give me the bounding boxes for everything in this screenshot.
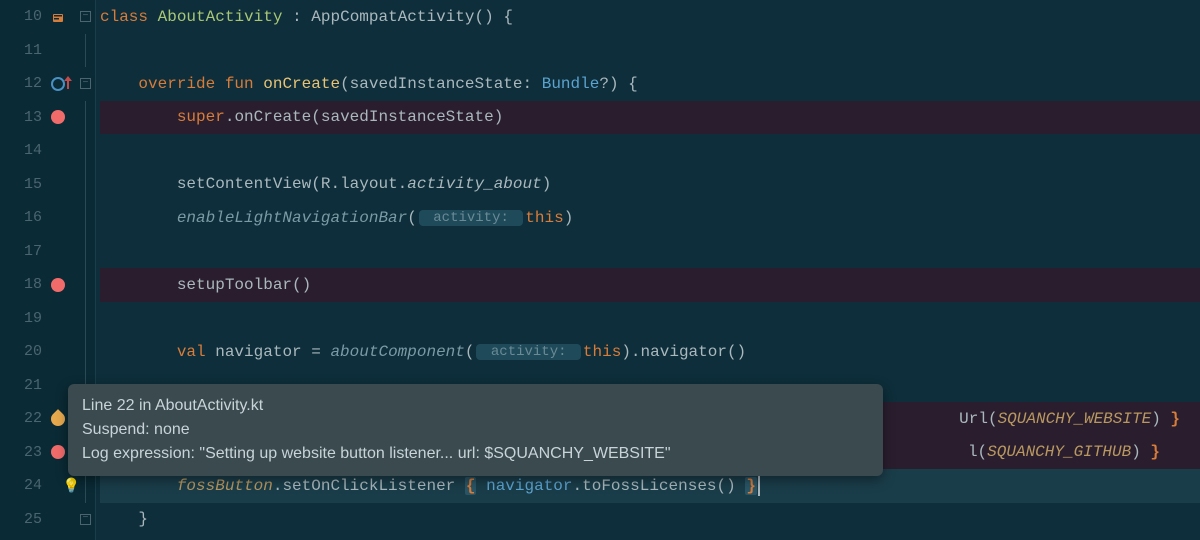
gutter-row[interactable]: 20	[0, 335, 76, 369]
code-line[interactable]: setupToolbar()	[100, 268, 1200, 302]
keyword: class	[100, 8, 148, 26]
intention-bulb-icon[interactable]: 💡	[63, 478, 79, 494]
caret	[758, 476, 760, 496]
code-line[interactable]	[100, 235, 1200, 269]
tooltip-log-expression: Log expression: "Setting up website butt…	[82, 442, 869, 466]
breakpoint-icon[interactable]	[48, 275, 68, 295]
file-marker-icon	[48, 7, 68, 27]
gutter-row[interactable]: 11	[0, 34, 76, 68]
gutter-row[interactable]: 12	[0, 67, 76, 101]
code-line[interactable]: }	[100, 503, 1200, 537]
gutter-row[interactable]: 14	[0, 134, 76, 168]
code-line[interactable]	[100, 134, 1200, 168]
line-number: 18	[16, 276, 42, 293]
fold-toggle[interactable]: −	[76, 0, 95, 34]
code-line[interactable]: enableLightNavigationBar( activity: this…	[100, 201, 1200, 235]
line-number: 22	[16, 410, 42, 427]
keyword: fun	[225, 75, 254, 93]
gutter-row[interactable]: 13	[0, 101, 76, 135]
code-line[interactable]	[100, 34, 1200, 68]
line-number: 11	[16, 42, 42, 59]
fold-toggle[interactable]: −	[76, 503, 95, 537]
override-icon[interactable]	[48, 74, 68, 94]
breakpoint-tooltip: Line 22 in AboutActivity.kt Suspend: non…	[68, 384, 883, 476]
gutter-row[interactable]: 16	[0, 201, 76, 235]
gutter-row[interactable]: 23	[0, 436, 76, 470]
line-number: 20	[16, 343, 42, 360]
gutter-row[interactable]: 21	[0, 369, 76, 403]
code-line[interactable]: setContentView(R.layout.activity_about)	[100, 168, 1200, 202]
gutter-row[interactable]: 22	[0, 402, 76, 436]
keyword: override	[138, 75, 215, 93]
fold-toggle[interactable]: −	[76, 67, 95, 101]
gutter-row[interactable]: 25	[0, 503, 76, 537]
line-number: 21	[16, 377, 42, 394]
param-hint: activity:	[419, 210, 523, 226]
line-number: 19	[16, 310, 42, 327]
line-number: 10	[16, 8, 42, 25]
line-number: 17	[16, 243, 42, 260]
gutter-row[interactable]: 17	[0, 235, 76, 269]
function-name: onCreate	[263, 75, 340, 93]
gutter-row[interactable]: 19	[0, 302, 76, 336]
line-number: 14	[16, 142, 42, 159]
gutter-row[interactable]: 15	[0, 168, 76, 202]
breakpoint-icon[interactable]	[48, 442, 68, 462]
line-number: 16	[16, 209, 42, 226]
breakpoint-icon[interactable]	[48, 107, 68, 127]
param-hint: activity:	[476, 344, 580, 360]
line-number: 15	[16, 176, 42, 193]
line-number: 12	[16, 75, 42, 92]
gutter: 10 11 12 13 14 15 16 17 18 19 20 21 22	[0, 0, 76, 540]
tooltip-suspend: Suspend: none	[82, 418, 869, 442]
line-number: 13	[16, 109, 42, 126]
line-number: 24	[16, 477, 42, 494]
gutter-row[interactable]: 18	[0, 268, 76, 302]
code-line[interactable]	[100, 302, 1200, 336]
line-number: 25	[16, 511, 42, 528]
line-number: 23	[16, 444, 42, 461]
gutter-row[interactable]: 10	[0, 0, 76, 34]
code-line[interactable]: super.onCreate(savedInstanceState)	[100, 101, 1200, 135]
code-line[interactable]: class AboutActivity : AppCompatActivity(…	[100, 0, 1200, 34]
log-breakpoint-icon[interactable]	[48, 409, 68, 429]
class-name: AboutActivity	[158, 8, 283, 26]
tooltip-location: Line 22 in AboutActivity.kt	[82, 394, 869, 418]
code-line[interactable]: val navigator = aboutComponent( activity…	[100, 335, 1200, 369]
code-line[interactable]: override fun onCreate(savedInstanceState…	[100, 67, 1200, 101]
